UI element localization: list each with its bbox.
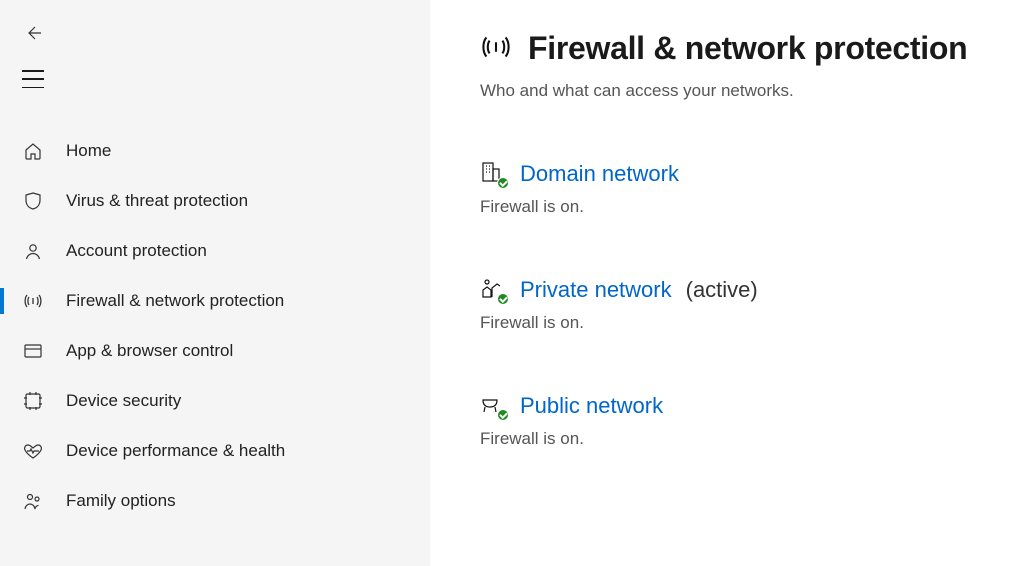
sidebar-item-label: Device performance & health: [66, 441, 285, 461]
public-network-link[interactable]: Public network: [520, 393, 663, 419]
back-arrow-icon: [23, 23, 43, 43]
sidebar-item-device-security[interactable]: Device security: [0, 376, 430, 426]
main-content: Firewall & network protection Who and wh…: [430, 0, 1024, 566]
page-header: Firewall & network protection: [480, 30, 1004, 67]
public-network-status: Firewall is on.: [480, 429, 1004, 449]
sidebar-item-app-browser[interactable]: App & browser control: [0, 326, 430, 376]
sidebar-item-label: Virus & threat protection: [66, 191, 248, 211]
domain-network-link[interactable]: Domain network: [520, 161, 679, 187]
sidebar-item-label: Home: [66, 141, 111, 161]
page-subtitle: Who and what can access your networks.: [480, 81, 1004, 101]
device-icon: [22, 390, 44, 412]
sidebar-item-label: App & browser control: [66, 341, 233, 361]
person-icon: [22, 240, 44, 262]
wifi-icon: [22, 290, 44, 312]
sidebar-item-virus[interactable]: Virus & threat protection: [0, 176, 430, 226]
building-icon: [480, 161, 506, 187]
network-item-public: Public network Firewall is on.: [480, 393, 1004, 449]
sidebar-item-label: Firewall & network protection: [66, 291, 284, 311]
private-network-status: Firewall is on.: [480, 313, 1004, 333]
home-icon: [22, 140, 44, 162]
private-network-icon: [480, 277, 506, 303]
network-item-private: Private network (active) Firewall is on.: [480, 277, 1004, 333]
sidebar-item-label: Account protection: [66, 241, 207, 261]
page-title: Firewall & network protection: [528, 30, 967, 67]
domain-network-status: Firewall is on.: [480, 197, 1004, 217]
public-network-icon: [480, 393, 506, 419]
private-network-active: (active): [686, 277, 758, 303]
sidebar-item-family[interactable]: Family options: [0, 476, 430, 526]
sidebar-item-label: Family options: [66, 491, 176, 511]
shield-icon: [22, 190, 44, 212]
back-button[interactable]: [22, 22, 44, 44]
heart-icon: [22, 440, 44, 462]
hamburger-menu[interactable]: [22, 70, 44, 88]
nav-list: Home Virus & threat protection Account p…: [0, 126, 430, 566]
sidebar: Home Virus & threat protection Account p…: [0, 0, 430, 566]
network-item-domain: Domain network Firewall is on.: [480, 161, 1004, 217]
sidebar-item-home[interactable]: Home: [0, 126, 430, 176]
antenna-icon: [480, 31, 512, 67]
family-icon: [22, 490, 44, 512]
sidebar-item-account[interactable]: Account protection: [0, 226, 430, 276]
sidebar-item-performance[interactable]: Device performance & health: [0, 426, 430, 476]
private-network-link[interactable]: Private network: [520, 277, 672, 303]
sidebar-item-label: Device security: [66, 391, 181, 411]
browser-icon: [22, 340, 44, 362]
sidebar-item-firewall[interactable]: Firewall & network protection: [0, 276, 430, 326]
